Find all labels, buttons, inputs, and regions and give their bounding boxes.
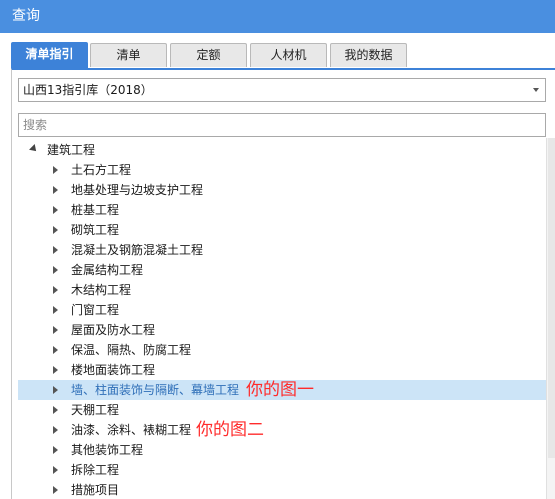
collapsed-triangle-icon[interactable] (53, 186, 58, 194)
collapsed-triangle-icon[interactable] (53, 306, 58, 314)
tree-node-label: 天棚工程 (71, 403, 120, 417)
tree-node-label: 木结构工程 (71, 283, 132, 297)
search-input[interactable] (18, 113, 546, 137)
collapsed-triangle-icon[interactable] (53, 466, 58, 474)
annotation-note: 你的图二 (196, 420, 264, 440)
collapsed-triangle-icon[interactable] (53, 286, 58, 294)
collapsed-triangle-icon[interactable] (53, 366, 58, 374)
library-select-value: 山西13指引库（2018） (23, 83, 153, 97)
annotation-note: 你的图一 (246, 380, 314, 400)
collapsed-triangle-icon[interactable] (53, 426, 58, 434)
tree-scrollbar[interactable] (546, 138, 555, 499)
tree-node-label: 油漆、涂料、裱糊工程 (71, 423, 192, 437)
tree-node-label: 桩基工程 (71, 203, 120, 217)
tree-node[interactable]: 天棚工程 (18, 400, 546, 420)
collapsed-triangle-icon[interactable] (53, 326, 58, 334)
tab-labor-material-machine[interactable]: 人材机 (250, 43, 327, 67)
tree-node[interactable]: 门窗工程 (18, 300, 546, 320)
tree-node-label: 建筑工程 (47, 143, 96, 157)
tree-node-label: 金属结构工程 (71, 263, 144, 277)
collapsed-triangle-icon[interactable] (53, 266, 58, 274)
tree-node-root[interactable]: 建筑工程 (18, 140, 546, 160)
tree-node-label: 地基处理与边坡支护工程 (71, 183, 204, 197)
tree-node[interactable]: 混凝土及钢筋混凝土工程 (18, 240, 546, 260)
tree-node-label: 其他装饰工程 (71, 443, 144, 457)
tab-list-guide[interactable]: 清单指引 (11, 42, 88, 68)
tree-node-label: 措施项目 (71, 483, 120, 497)
tree-node[interactable]: 金属结构工程 (18, 260, 546, 280)
tree-node-label: 屋面及防水工程 (71, 323, 156, 337)
tree-node[interactable]: 桩基工程 (18, 200, 546, 220)
tree-node[interactable]: 土石方工程 (18, 160, 546, 180)
tree-node[interactable]: 屋面及防水工程 (18, 320, 546, 340)
collapsed-triangle-icon[interactable] (53, 406, 58, 414)
collapsed-triangle-icon[interactable] (53, 206, 58, 214)
tree-node[interactable]: 保温、隔热、防腐工程 (18, 340, 546, 360)
tree-node[interactable]: 木结构工程 (18, 280, 546, 300)
window-title: 查询 (12, 8, 40, 24)
collapsed-triangle-icon[interactable] (53, 446, 58, 454)
tree-node[interactable]: 油漆、涂料、裱糊工程 你的图二 (18, 420, 546, 440)
tree-node-selected[interactable]: 墙、柱面装饰与隔断、幕墙工程 你的图一 (18, 380, 546, 400)
scrollbar-thumb[interactable] (548, 138, 555, 458)
tree-node-label: 保温、隔热、防腐工程 (71, 343, 192, 357)
tree-node-label: 门窗工程 (71, 303, 120, 317)
tree-node[interactable]: 地基处理与边坡支护工程 (18, 180, 546, 200)
tree-node-label: 楼地面装饰工程 (71, 363, 156, 377)
expanded-triangle-icon[interactable] (29, 144, 39, 154)
tree-node-label: 拆除工程 (71, 463, 120, 477)
tree-node-label: 砌筑工程 (71, 223, 120, 237)
tree-node-label: 混凝土及钢筋混凝土工程 (71, 243, 204, 257)
collapsed-triangle-icon[interactable] (53, 346, 58, 354)
tree-node[interactable]: 其他装饰工程 (18, 440, 546, 460)
tree-node[interactable]: 砌筑工程 (18, 220, 546, 240)
tab-strip: 清单指引 清单 定额 人材机 我的数据 (0, 33, 555, 69)
library-select[interactable]: 山西13指引库（2018） (18, 78, 546, 102)
tree-node[interactable]: 拆除工程 (18, 460, 546, 480)
tree-node-label: 墙、柱面装饰与隔断、幕墙工程 (71, 383, 240, 397)
tab-list[interactable]: 清单 (90, 43, 167, 67)
collapsed-triangle-icon[interactable] (53, 486, 58, 494)
collapsed-triangle-icon[interactable] (53, 386, 58, 394)
tab-quota[interactable]: 定额 (170, 43, 247, 67)
collapsed-triangle-icon[interactable] (53, 226, 58, 234)
tab-my-data[interactable]: 我的数据 (330, 43, 407, 67)
tree-node[interactable]: 楼地面装饰工程 (18, 360, 546, 380)
chevron-down-icon[interactable] (533, 88, 539, 92)
collapsed-triangle-icon[interactable] (53, 166, 58, 174)
window-titlebar: 查询 (0, 0, 555, 33)
tree-node[interactable]: 措施项目 (18, 480, 546, 499)
tree-node-label: 土石方工程 (71, 163, 132, 177)
collapsed-triangle-icon[interactable] (53, 246, 58, 254)
